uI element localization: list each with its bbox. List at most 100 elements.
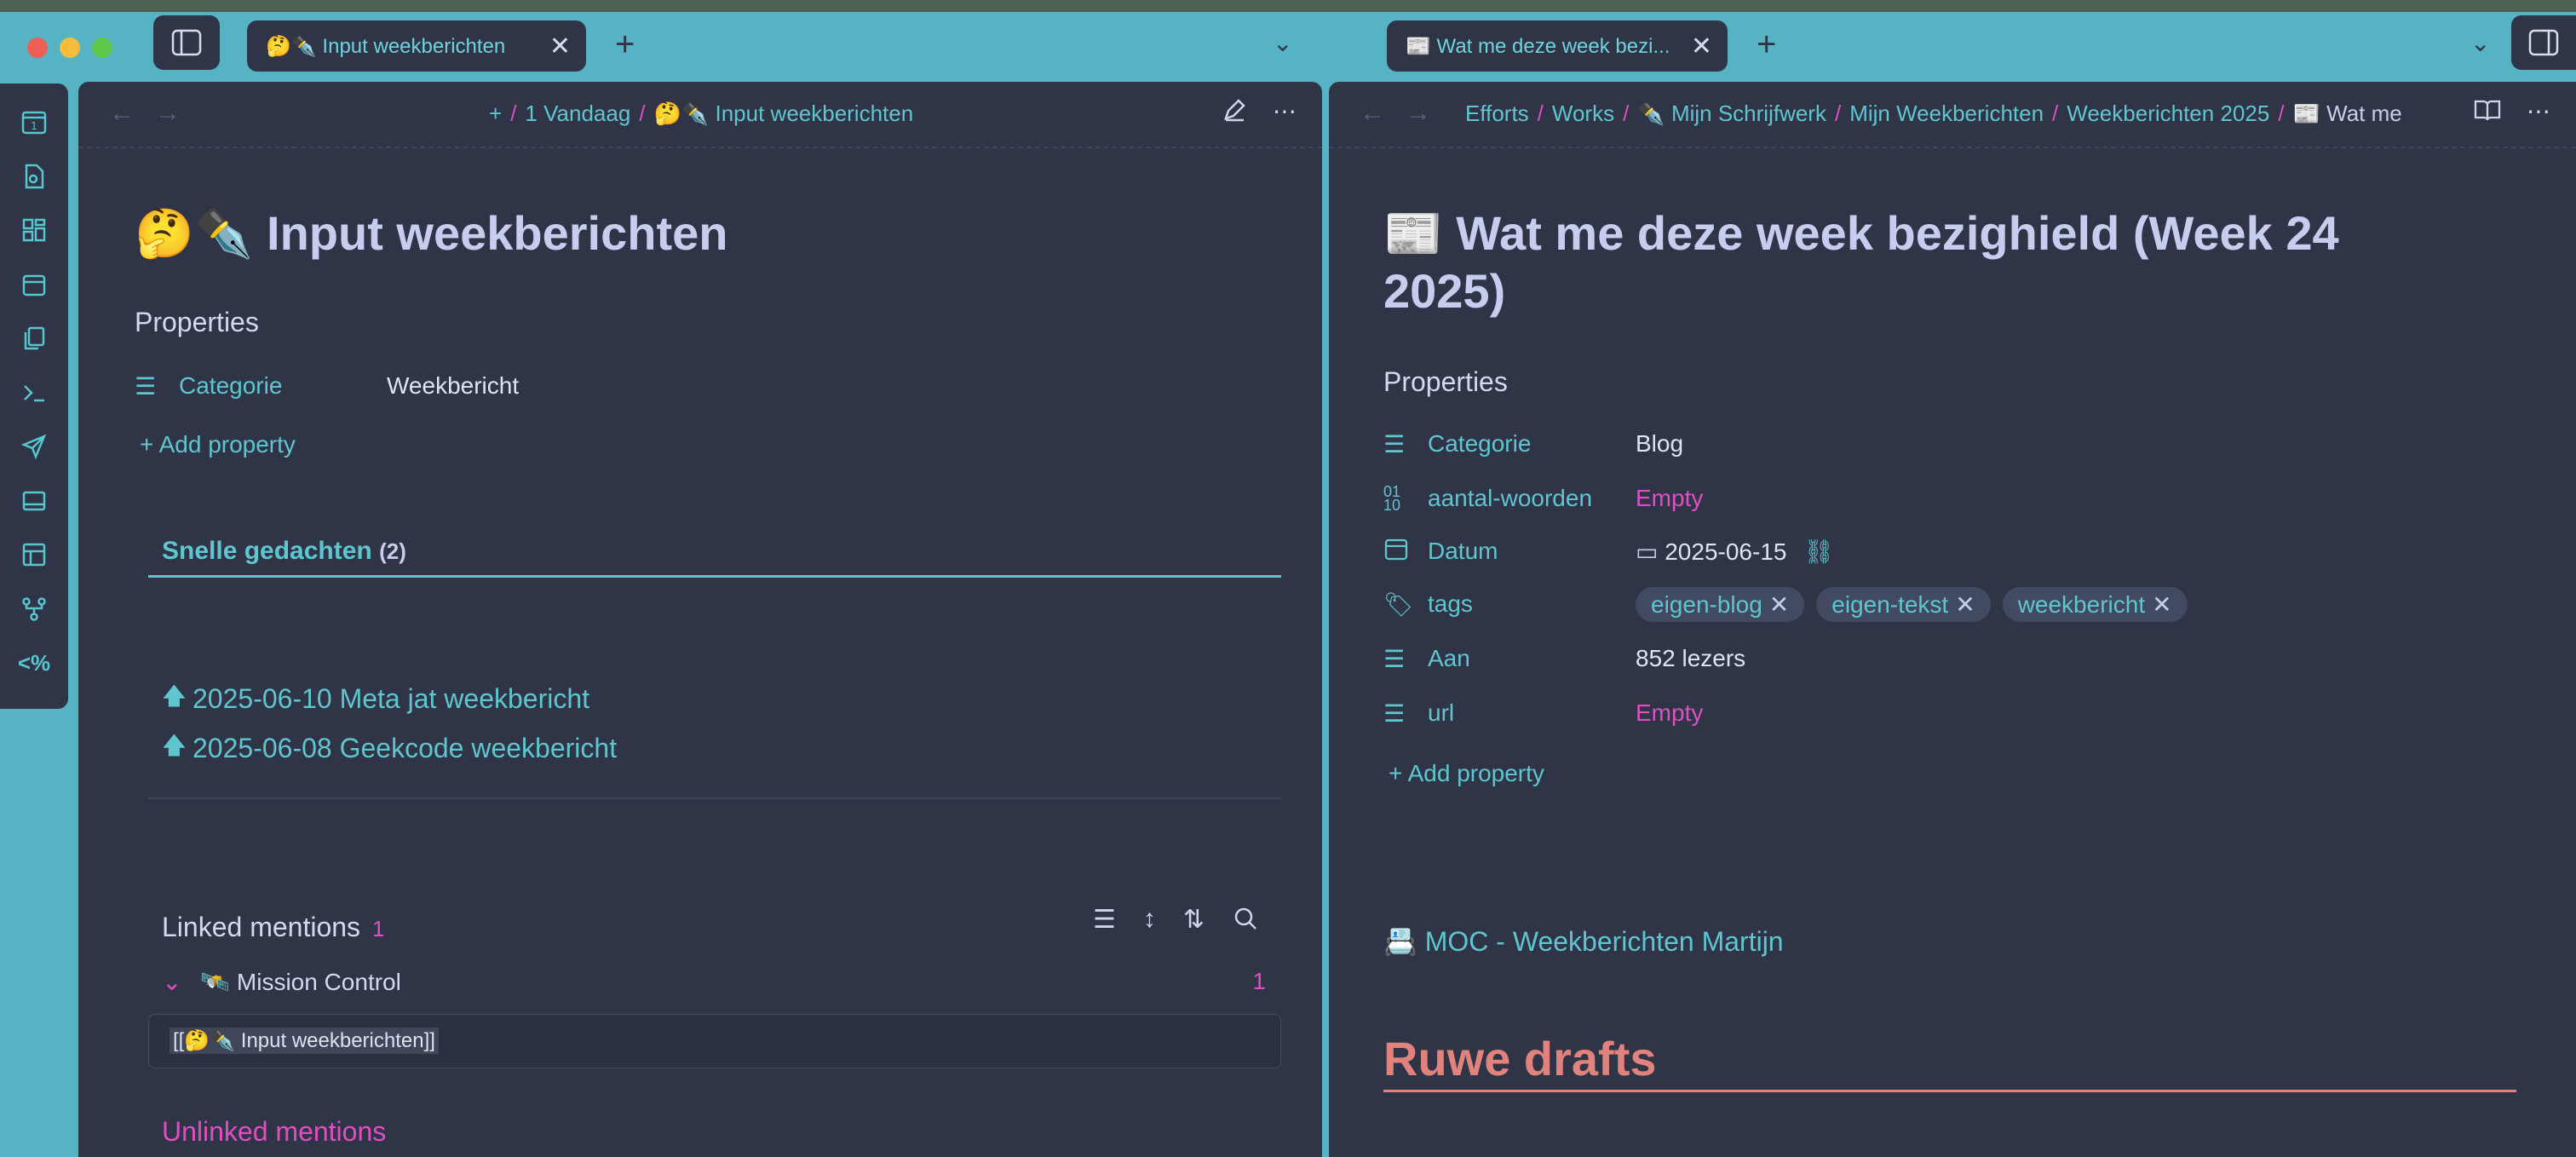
close-icon: ✕ [1955, 590, 1975, 618]
mention-group-mission-control[interactable]: ⌄ 🛰️ Mission Control 1 [148, 968, 1281, 996]
properties-title: Properties [1383, 366, 1508, 397]
unlinked-mentions-toggle[interactable]: Unlinked mentions [162, 1116, 386, 1148]
page-title-line: 2025) [1383, 264, 1506, 318]
window-zoom-button[interactable] [92, 37, 112, 58]
list-item[interactable]: 🡅 2025-06-08 Geekcode weekbericht [148, 728, 617, 768]
copy-icon[interactable] [13, 317, 55, 360]
chevron-down-icon[interactable]: ⌄ [162, 969, 181, 995]
close-icon: ✕ [1768, 590, 1790, 618]
calendar-icon[interactable] [13, 263, 55, 306]
more-options-icon[interactable]: ⋯ [1273, 97, 1297, 129]
tag-pill[interactable]: weekbericht ✕ [2002, 586, 2188, 622]
property-datum[interactable]: Datum ▭ 2025-06-15 ⛓ [1383, 530, 2516, 573]
nav-arrows[interactable]: ←→ [1360, 99, 1452, 128]
linked-mentions-tools: ☰ ↕ ⇅ [1093, 905, 1259, 939]
more-options-icon[interactable]: ⋯ [2527, 97, 2550, 129]
property-value[interactable]: Empty [1636, 485, 1703, 512]
tab-wat-me-deze-week[interactable]: 📰 Wat me deze week bezi... ✕ [1387, 20, 1728, 72]
moc-link[interactable]: 📇 MOC - Weekberichten Martijn [1383, 925, 1784, 958]
tag-pill[interactable]: eigen-tekst ✕ [1816, 586, 1991, 622]
divider [148, 797, 1281, 799]
snelle-title: Snelle gedachten [162, 537, 372, 565]
ribbon: 1 <% [0, 83, 68, 709]
property-tags[interactable]: 🏷 tags eigen-blog ✕ eigen-tekst ✕ weekberich… [1383, 583, 2516, 625]
grid-icon[interactable] [13, 209, 55, 251]
linked-mentions-title: Linked mentions [162, 912, 361, 942]
text-lines-icon: ☰ [135, 372, 157, 400]
chevron-down-icon[interactable]: ⌄ [2470, 29, 2490, 57]
tab-input-weekberichten[interactable]: 🤔✒️ Input weekberichten ✕ [247, 20, 586, 72]
sidebar-icon [171, 29, 202, 56]
property-key: aantal-woorden [1428, 485, 1593, 511]
tab-label: 📰 Wat me deze week bezi... [1406, 34, 1670, 58]
property-key: tags [1428, 590, 1473, 617]
new-tab-button[interactable]: + [615, 26, 635, 64]
send-icon[interactable] [13, 425, 55, 468]
property-value[interactable]: Weekbericht [387, 372, 519, 400]
mention-snippet[interactable]: [[🤔✒️ Input weekberichten]] [148, 1014, 1281, 1068]
calendar-icon [1383, 536, 1428, 567]
link-icon[interactable]: ⛓ [1803, 538, 1834, 565]
property-key: url [1428, 699, 1455, 726]
breadcrumb-item[interactable]: 🤔✒️ Input weekberichten [654, 101, 914, 126]
pane-actions: ⋯ [2474, 97, 2550, 129]
template-icon[interactable] [13, 533, 55, 576]
linked-mentions-count: 1 [372, 916, 385, 941]
search-icon[interactable] [1232, 905, 1259, 939]
property-value[interactable]: Empty [1636, 699, 1703, 727]
window-close-button[interactable] [27, 37, 48, 58]
breadcrumb-item[interactable]: 📰 Wat me [2293, 101, 2402, 126]
date-value[interactable]: 2025-06-15 [1665, 538, 1786, 565]
right-sidebar-toggle[interactable] [2511, 15, 2576, 70]
mention-group-title[interactable]: 🛰️ Mission Control [200, 969, 401, 995]
arrow-up-icon: 🡅 [162, 732, 187, 758]
list-icon[interactable]: ☰ [1093, 905, 1116, 939]
note-link[interactable]: 2025-06-10 Meta jat weekbericht [193, 683, 589, 715]
page-title: 🤔✒️ Input weekberichten [135, 206, 728, 260]
property-categorie[interactable]: ☰ Categorie Weekbericht [135, 365, 1268, 407]
breadcrumb-item[interactable]: Weekberichten 2025 [2067, 101, 2269, 126]
pane-actions: ⋯ [1222, 97, 1297, 129]
add-property-button[interactable]: + Add property [1389, 760, 1544, 787]
property-key: Datum [1428, 538, 1498, 564]
reading-view-icon[interactable] [2474, 97, 2501, 129]
breadcrumb-item[interactable]: ✒️ Mijn Schrijfwerk [1637, 101, 1826, 126]
left-sidebar-toggle[interactable] [153, 15, 220, 70]
breadcrumb-item[interactable]: Mijn Weekberichten [1849, 101, 2044, 126]
breadcrumb-item[interactable]: Efforts [1465, 101, 1529, 126]
percent-code-icon[interactable]: <% [13, 642, 55, 684]
tab-label: 🤔✒️ Input weekberichten [266, 34, 506, 58]
window-minimize-button[interactable] [60, 37, 80, 58]
right-pane: ←→ Efforts / Works / ✒️ Mijn Schrijfwerk / Mij… [1329, 82, 2576, 1157]
tag-pill[interactable]: eigen-blog ✕ [1636, 586, 1805, 622]
edit-icon[interactable] [1222, 97, 1247, 129]
property-url[interactable]: ☰ url Empty [1383, 692, 2516, 734]
nav-arrows[interactable]: ←→ [109, 99, 201, 128]
breadcrumb-item[interactable]: Works [1552, 101, 1614, 126]
breadcrumb-item[interactable]: 1 Vandaag [525, 101, 630, 126]
new-tab-button[interactable]: + [1757, 26, 1776, 64]
expand-icon[interactable]: ↕ [1143, 905, 1156, 939]
file-search-icon[interactable] [13, 155, 55, 198]
list-item[interactable]: 🡅 2025-06-10 Meta jat weekbericht [148, 678, 589, 719]
note-link[interactable]: 2025-06-08 Geekcode weekbericht [193, 733, 617, 764]
add-property-button[interactable]: + Add property [140, 431, 296, 458]
calendar-today-icon[interactable]: 1 [13, 101, 55, 143]
sort-icon[interactable]: ⇅ [1183, 905, 1205, 939]
terminal-icon[interactable] [13, 371, 55, 414]
tags-icon: 🏷 [1383, 590, 1414, 618]
add-property-label: Add property [158, 431, 296, 458]
close-icon[interactable]: ✕ [1691, 32, 1712, 61]
chevron-down-icon[interactable]: ⌄ [1273, 29, 1292, 57]
property-aan[interactable]: ☰ Aan 852 lezers [1383, 637, 2516, 680]
property-aantal-woorden[interactable]: 01 10 aantal-woorden Empty [1383, 477, 2516, 520]
property-categorie[interactable]: ☰ Categorie Blog [1383, 423, 2516, 465]
breadcrumb-item[interactable]: + [489, 101, 502, 126]
property-value[interactable]: ▭ 2025-06-15 ⛓ [1636, 538, 1834, 566]
property-value[interactable]: 852 lezers [1636, 645, 1745, 672]
tag-list: eigen-blog ✕ eigen-tekst ✕ weekbericht ✕ [1636, 586, 2199, 622]
close-icon[interactable]: ✕ [549, 32, 571, 61]
property-value[interactable]: Blog [1636, 430, 1683, 458]
graph-icon[interactable] [13, 588, 55, 630]
layout-icon[interactable] [13, 480, 55, 522]
